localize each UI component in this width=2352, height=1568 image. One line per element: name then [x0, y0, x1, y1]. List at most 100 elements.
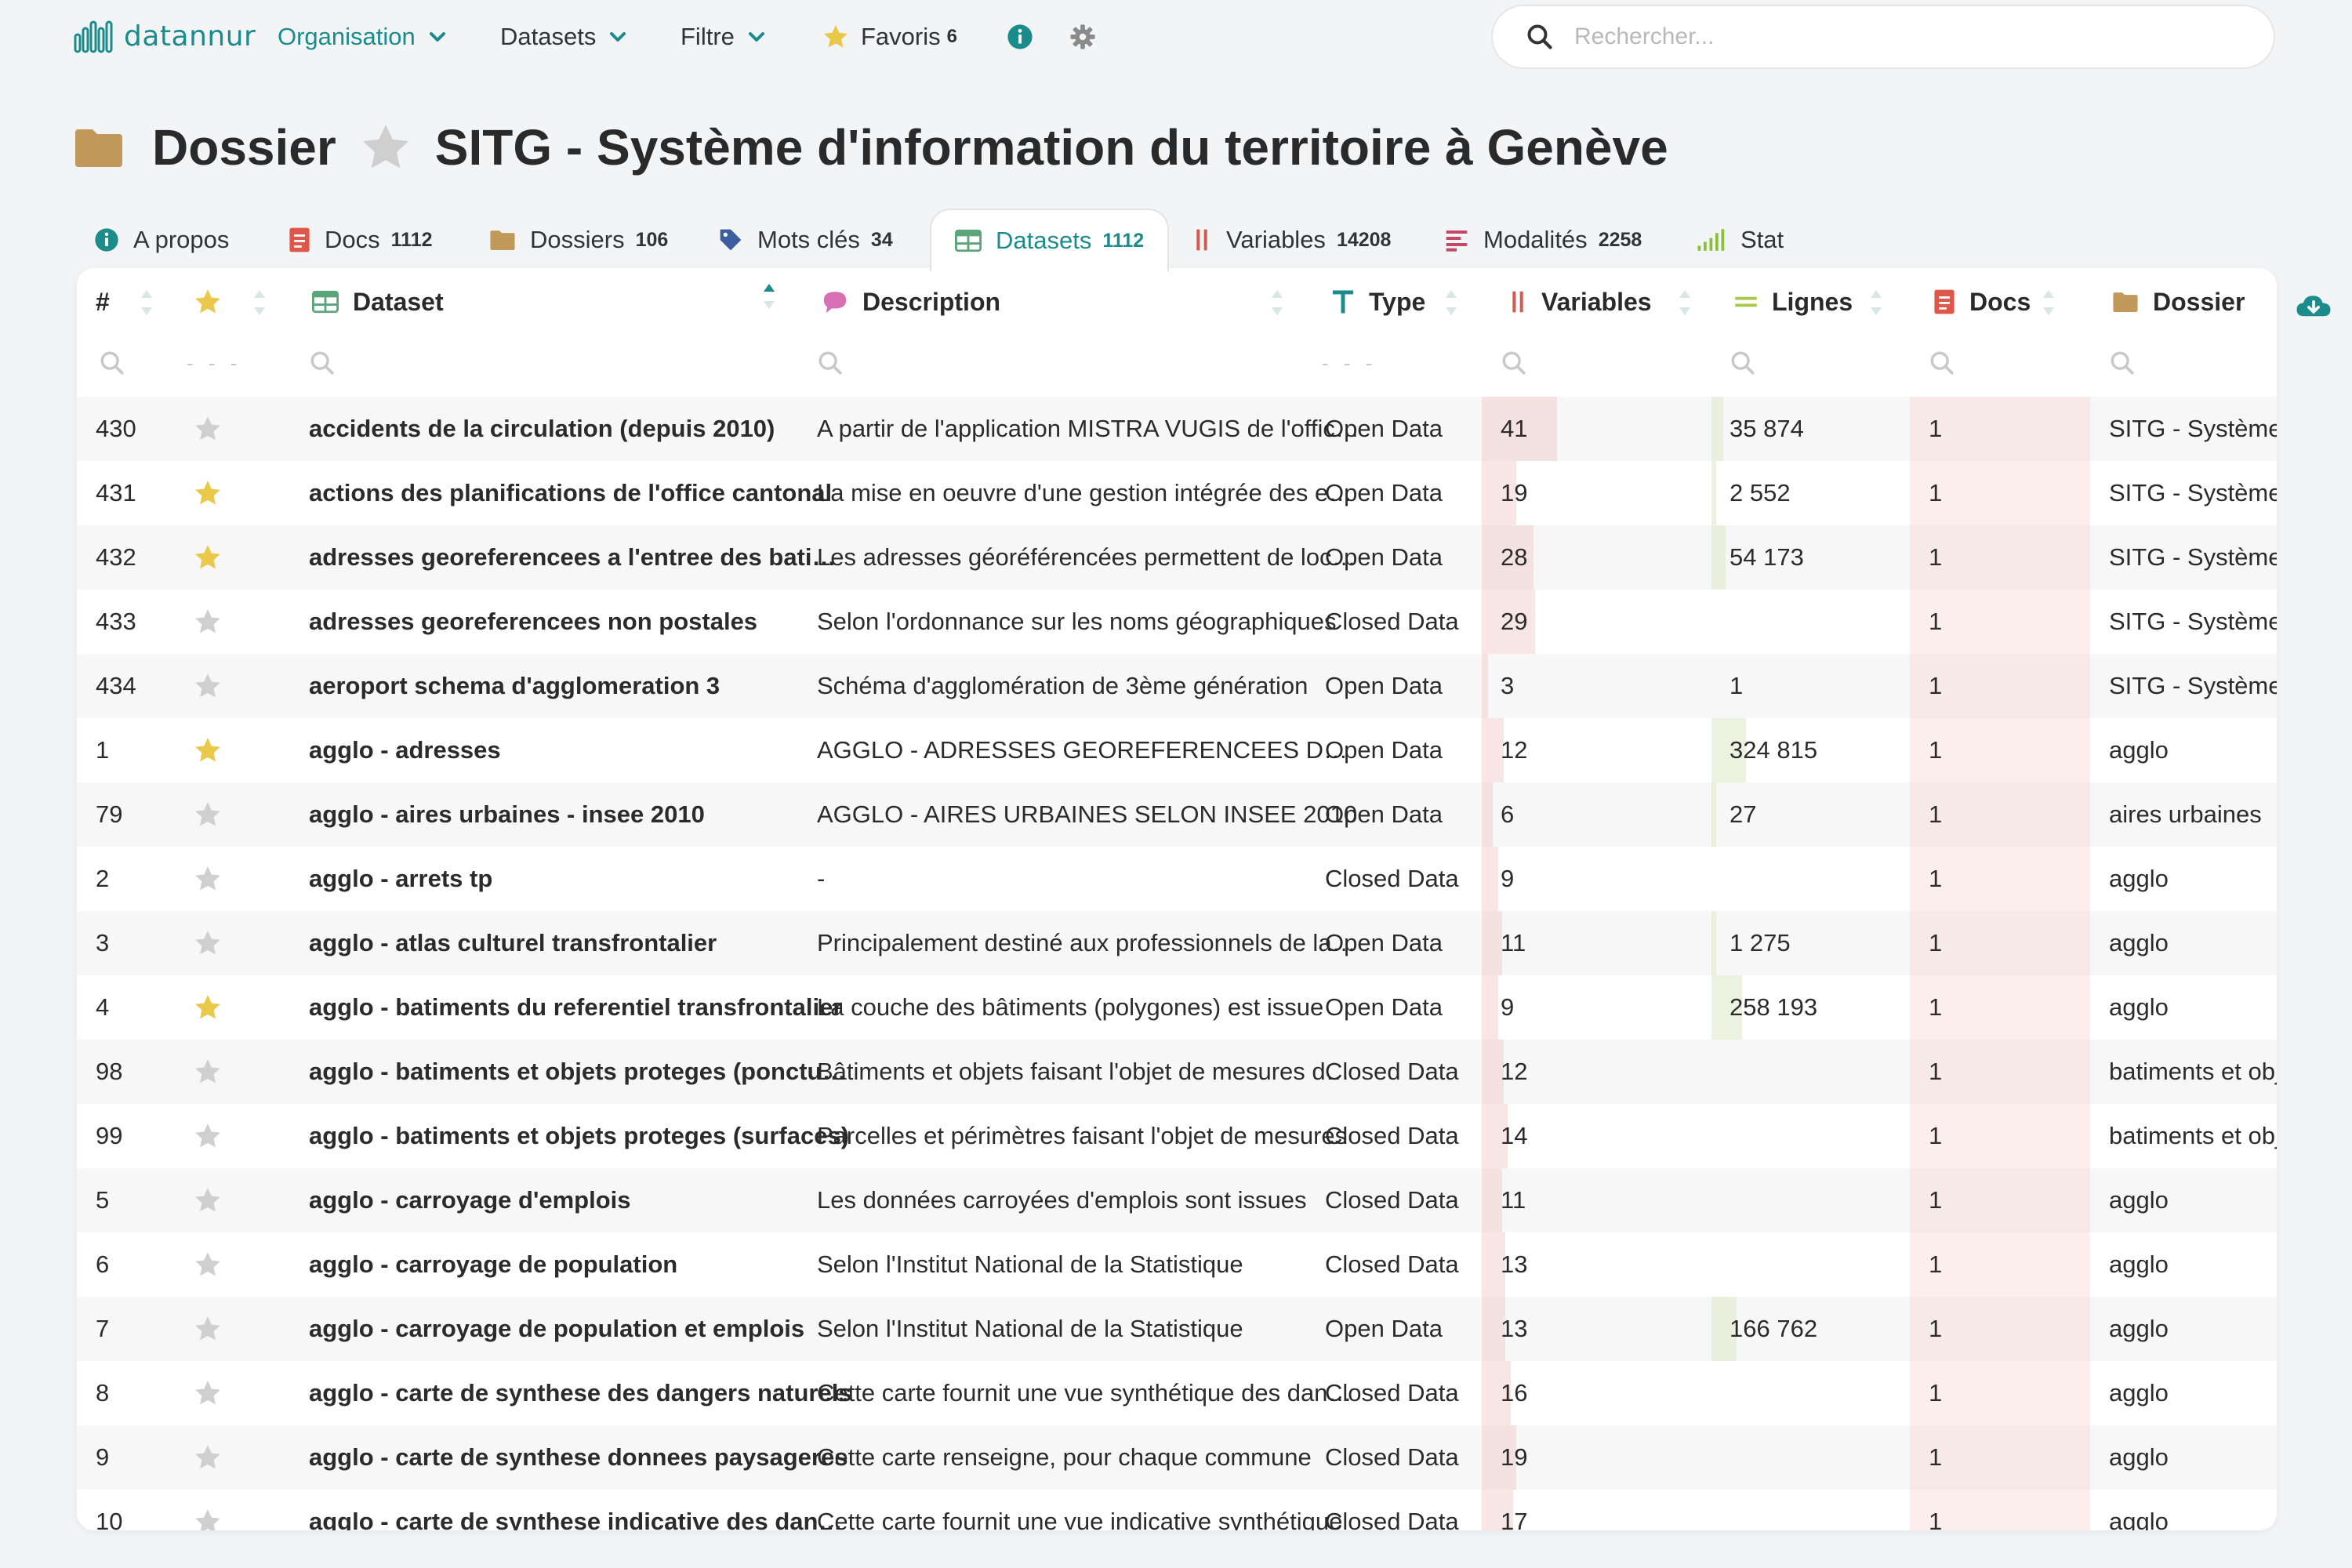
search-input[interactable] [1574, 24, 2217, 50]
favorite-toggle[interactable] [193, 864, 224, 895]
tab-docs[interactable]: Docs 1112 [289, 209, 433, 271]
dataset-dossier-link[interactable]: SITG - Système [2109, 525, 2277, 590]
table-row[interactable]: 99 agglo - batiments et objets proteges (… [77, 1104, 2277, 1168]
dataset-name-link[interactable]: agglo - arrets tp [309, 847, 856, 911]
filter-search-icon[interactable] [2109, 350, 2136, 376]
table-row[interactable]: 3 agglo - atlas culturel transfrontalier P… [77, 911, 2277, 975]
favorite-toggle[interactable] [193, 1378, 224, 1410]
favorite-toggle[interactable] [193, 1057, 224, 1088]
cloud-download-icon[interactable] [2296, 292, 2332, 321]
dataset-dossier-link[interactable]: SITG - Système [2109, 397, 2277, 461]
col-header-dossier[interactable]: Dossier [2112, 268, 2245, 336]
filter-search-icon[interactable] [1501, 350, 1527, 376]
tab-dossiers[interactable]: Dossiers 106 [489, 209, 668, 271]
tab-datasets[interactable]: Datasets 1112 [930, 209, 1170, 271]
favorite-toggle[interactable] [193, 543, 224, 574]
dataset-dossier-link[interactable]: agglo [2109, 911, 2277, 975]
dataset-dossier-link[interactable]: SITG - Système [2109, 654, 2277, 718]
table-row[interactable]: 433 adresses georeferencees non postales S… [77, 590, 2277, 654]
col-header-type[interactable]: Type [1331, 268, 1425, 336]
filter-search-icon[interactable] [1730, 350, 1756, 376]
nav-favoris[interactable]: Favoris 6 [822, 17, 957, 56]
table-row[interactable]: 2 agglo - arrets tp - Closed Data 9 1 agglo [77, 847, 2277, 911]
favorite-toggle[interactable] [193, 928, 224, 960]
sort-icon[interactable] [1867, 287, 1885, 318]
dataset-dossier-link[interactable]: agglo [2109, 1297, 2277, 1361]
dataset-dossier-link[interactable]: agglo [2109, 1361, 2277, 1425]
favorite-toggle[interactable] [193, 607, 224, 638]
dataset-name-link[interactable]: adresses georeferencees a l'entree des b… [309, 525, 856, 590]
settings-button[interactable] [1069, 17, 1096, 56]
col-header-dataset[interactable]: Dataset [312, 268, 444, 336]
dataset-name-link[interactable]: agglo - carte de synthese donnees paysag… [309, 1425, 856, 1490]
tab-a-propos[interactable]: A propos [94, 209, 229, 271]
table-row[interactable]: 4 agglo - batiments du referentiel transf… [77, 975, 2277, 1040]
nav-organisation[interactable]: Organisation [278, 17, 448, 56]
tab-variables[interactable]: Variables 14208 [1192, 209, 1391, 271]
favorite-toggle[interactable] [193, 1250, 224, 1281]
favorite-toggle[interactable] [193, 800, 224, 831]
dataset-name-link[interactable]: agglo - carte de synthese des dangers na… [309, 1361, 856, 1425]
table-row[interactable]: 79 agglo - aires urbaines - insee 2010 AGG… [77, 782, 2277, 847]
favorite-toggle[interactable] [193, 671, 224, 702]
favorite-toggle[interactable] [193, 1443, 224, 1474]
dataset-name-link[interactable]: aeroport schema d'agglomeration 3 [309, 654, 856, 718]
search-bar[interactable] [1491, 5, 2275, 69]
dataset-dossier-link[interactable]: aires urbaines [2109, 782, 2277, 847]
sort-asc-icon[interactable] [760, 281, 778, 312]
table-row[interactable]: 432 adresses georeferencees a l'entree de… [77, 525, 2277, 590]
dataset-name-link[interactable]: agglo - carroyage de population et emplo… [309, 1297, 856, 1361]
sort-icon[interactable] [2040, 287, 2057, 318]
table-row[interactable]: 7 agglo - carroyage de population et empl… [77, 1297, 2277, 1361]
dataset-name-link[interactable]: actions des planifications de l'office c… [309, 461, 856, 525]
dataset-dossier-link[interactable]: agglo [2109, 975, 2277, 1040]
col-header-fav[interactable] [193, 268, 223, 336]
table-row[interactable]: 430 accidents de la circulation (depuis 2… [77, 397, 2277, 461]
favorite-toggle[interactable] [193, 1314, 224, 1345]
dataset-dossier-link[interactable]: batiments et objets [2109, 1104, 2277, 1168]
dataset-dossier-link[interactable]: agglo [2109, 1232, 2277, 1297]
col-header-num[interactable]: # [96, 268, 110, 336]
tab-modalites[interactable]: Modalités 2258 [1444, 209, 1642, 271]
col-header-variables[interactable]: Variables [1508, 268, 1652, 336]
dataset-name-link[interactable]: agglo - carte de synthese indicative des… [309, 1490, 856, 1530]
sort-icon[interactable] [1676, 287, 1693, 318]
dataset-name-link[interactable]: agglo - carroyage d'emplois [309, 1168, 856, 1232]
dataset-name-link[interactable]: agglo - batiments et objets proteges (su… [309, 1104, 856, 1168]
filter-search-icon[interactable] [1929, 350, 1955, 376]
filter-search-icon[interactable] [817, 350, 844, 376]
favorite-toggle[interactable] [193, 993, 224, 1024]
favorite-toggle[interactable] [193, 414, 224, 445]
col-header-lignes[interactable]: Lignes [1734, 268, 1853, 336]
favorite-toggle[interactable] [193, 478, 224, 510]
col-header-docs[interactable]: Docs [1933, 268, 2031, 336]
dataset-name-link[interactable]: agglo - aires urbaines - insee 2010 [309, 782, 856, 847]
tab-stat[interactable]: Stat [1697, 209, 1784, 271]
dataset-name-link[interactable]: agglo - atlas culturel transfrontalier [309, 911, 856, 975]
dataset-name-link[interactable]: adresses georeferencees non postales [309, 590, 856, 654]
favorite-toggle[interactable] [193, 735, 224, 767]
dataset-name-link[interactable]: agglo - batiments et objets proteges (po… [309, 1040, 856, 1104]
table-row[interactable]: 431 actions des planifications de l'offic… [77, 461, 2277, 525]
sort-icon[interactable] [1269, 287, 1286, 318]
col-header-description[interactable]: Description [822, 268, 1000, 336]
table-row[interactable]: 434 aeroport schema d'agglomeration 3 Sché… [77, 654, 2277, 718]
sort-icon[interactable] [251, 287, 268, 318]
star-icon[interactable] [358, 120, 413, 175]
logo[interactable]: datannur [74, 14, 256, 58]
dataset-dossier-link[interactable]: batiments et objets [2109, 1040, 2277, 1104]
table-row[interactable]: 8 agglo - carte de synthese des dangers n… [77, 1361, 2277, 1425]
dataset-dossier-link[interactable]: agglo [2109, 1425, 2277, 1490]
table-row[interactable]: 98 agglo - batiments et objets proteges (… [77, 1040, 2277, 1104]
dataset-dossier-link[interactable]: SITG - Système [2109, 461, 2277, 525]
filter-search-icon[interactable] [99, 350, 125, 376]
tab-mots-cles[interactable]: Mots clés 34 [718, 209, 893, 271]
table-row[interactable]: 6 agglo - carroyage de population Selon l'… [77, 1232, 2277, 1297]
sort-icon[interactable] [1443, 287, 1460, 318]
nav-datasets[interactable]: Datasets [500, 17, 629, 56]
info-button[interactable] [1007, 17, 1033, 56]
favorite-toggle[interactable] [193, 1121, 224, 1152]
dataset-name-link[interactable]: agglo - batiments du referentiel transfr… [309, 975, 856, 1040]
nav-filtre[interactable]: Filtre [681, 17, 768, 56]
sort-icon[interactable] [138, 287, 155, 318]
